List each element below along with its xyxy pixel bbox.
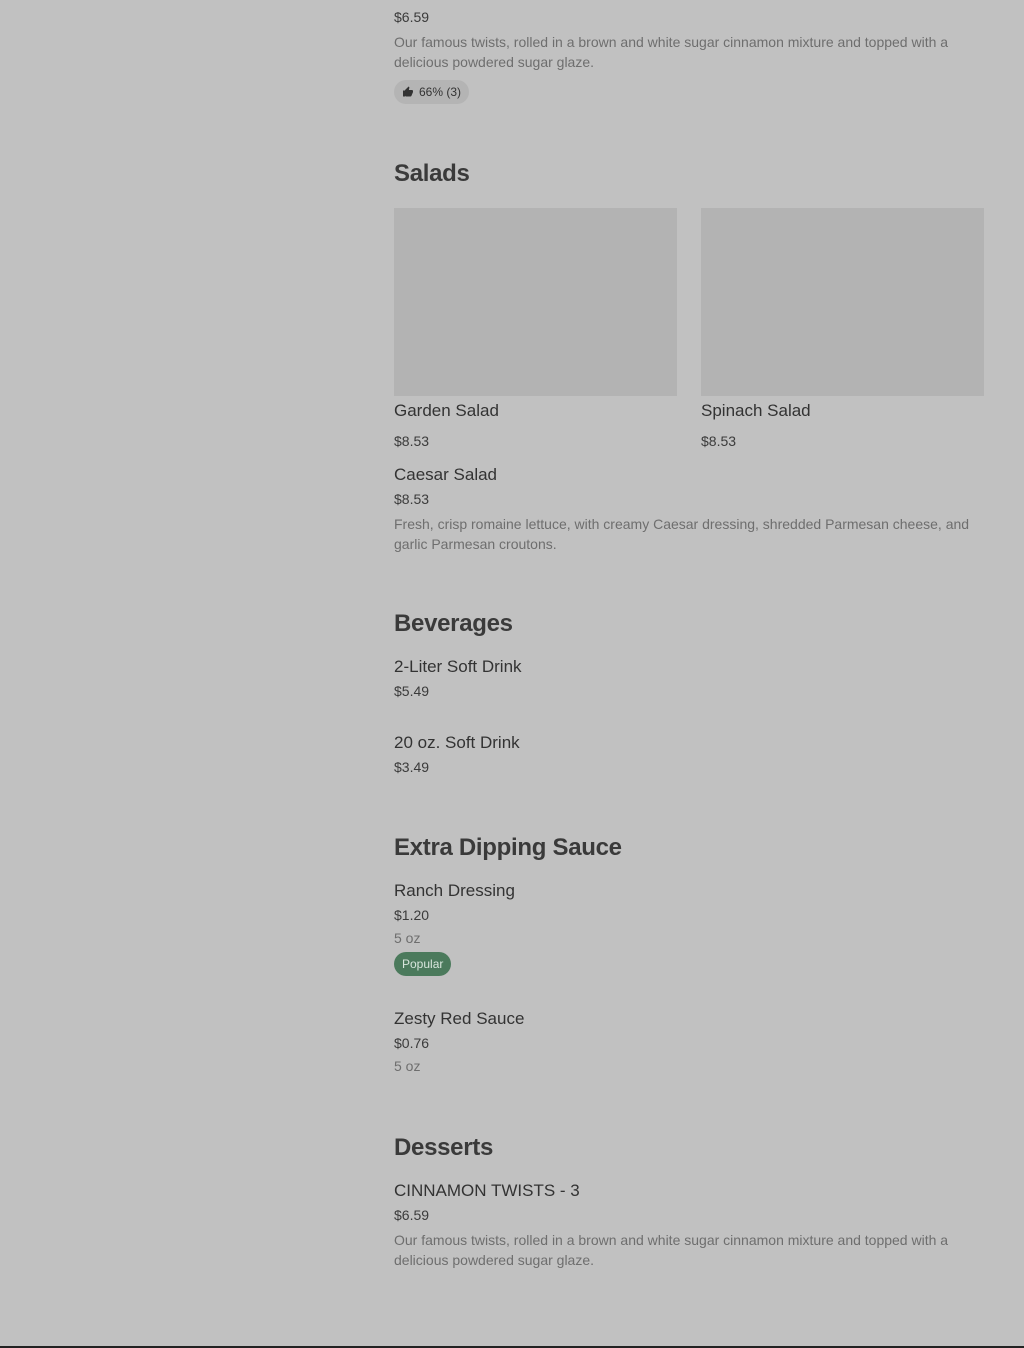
salad-image bbox=[394, 208, 677, 396]
section-desserts-title-wrap: Desserts bbox=[394, 1134, 984, 1162]
section-title-desserts: Desserts bbox=[394, 1134, 494, 1161]
item-size: 5 oz bbox=[394, 1058, 421, 1074]
item-price: $5.49 bbox=[394, 683, 430, 699]
item-name: Garden Salad bbox=[394, 401, 499, 420]
menu-item-zesty-red[interactable]: Zesty Red Sauce $0.76 5 oz bbox=[394, 1008, 984, 1076]
menu-item-20oz[interactable]: 20 oz. Soft Drink $3.49 bbox=[394, 732, 984, 776]
item-name: Caesar Salad bbox=[394, 465, 498, 484]
menu-item-ranch[interactable]: Ranch Dressing $1.20 5 oz Popular bbox=[394, 880, 984, 976]
item-size: 5 oz bbox=[394, 930, 421, 946]
item-name: Ranch Dressing bbox=[394, 881, 515, 900]
item-name: CINNAMON TWISTS - 3 bbox=[394, 1181, 580, 1200]
item-description: Our famous twists, rolled in a brown and… bbox=[394, 34, 949, 70]
item-description: Our famous twists, rolled in a brown and… bbox=[394, 1232, 949, 1268]
salad-card-spinach[interactable]: Spinach Salad $8.53 bbox=[701, 208, 984, 449]
item-price: $8.53 bbox=[394, 491, 430, 507]
section-title-salads: Salads bbox=[394, 160, 470, 187]
item-price: $1.20 bbox=[394, 907, 430, 923]
item-price: $0.76 bbox=[394, 1035, 430, 1051]
rating-text: 66% (3) bbox=[419, 85, 462, 99]
menu-item-caesar[interactable]: Caesar Salad $8.53 Fresh, crisp romaine … bbox=[394, 464, 984, 554]
salad-image bbox=[701, 208, 984, 396]
item-name: 2-Liter Soft Drink bbox=[394, 657, 522, 676]
item-price: $3.49 bbox=[394, 759, 430, 775]
item-name: Spinach Salad bbox=[701, 401, 811, 420]
section-sauce-title-wrap: Extra Dipping Sauce bbox=[394, 834, 984, 862]
menu-item-top[interactable]: $6.59 Our famous twists, rolled in a bro… bbox=[394, 8, 984, 104]
section-title-sauce: Extra Dipping Sauce bbox=[394, 834, 622, 861]
item-description: Fresh, crisp romaine lettuce, with cream… bbox=[394, 516, 970, 552]
item-price: $8.53 bbox=[701, 433, 737, 449]
item-name: 20 oz. Soft Drink bbox=[394, 733, 520, 752]
menu-item-cinnamon-twists[interactable]: CINNAMON TWISTS - 3 $6.59 Our famous twi… bbox=[394, 1180, 984, 1270]
item-price: $6.59 bbox=[394, 9, 430, 25]
item-price: $8.53 bbox=[394, 433, 430, 449]
section-salads-title-wrap: Salads bbox=[394, 160, 984, 188]
item-price: $6.59 bbox=[394, 1207, 430, 1223]
thumbs-up-icon bbox=[403, 86, 413, 97]
rating-pill: 66% (3) bbox=[394, 80, 470, 104]
section-beverages-title-wrap: Beverages bbox=[394, 610, 984, 638]
section-title-beverages: Beverages bbox=[394, 610, 513, 637]
salad-card-garden[interactable]: Garden Salad $8.53 bbox=[394, 208, 677, 449]
menu-item-2liter[interactable]: 2-Liter Soft Drink $5.49 bbox=[394, 656, 984, 700]
popular-badge: Popular bbox=[394, 952, 452, 976]
item-name: Zesty Red Sauce bbox=[394, 1009, 525, 1028]
